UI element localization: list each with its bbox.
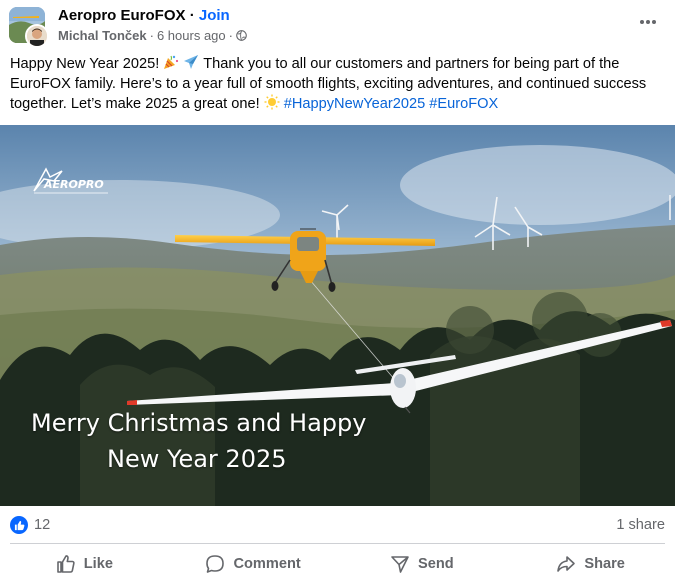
- sun-icon: [264, 94, 280, 110]
- thumbs-up-icon: [56, 554, 75, 573]
- greeting-line-1: Merry Christmas and Happy: [31, 409, 367, 437]
- send-icon: [391, 555, 409, 573]
- meta-separator-2: ·: [228, 28, 233, 43]
- divider: [10, 543, 665, 544]
- share-icon: [557, 555, 576, 572]
- like-button[interactable]: Like: [0, 546, 169, 581]
- reaction-count: 12: [34, 517, 51, 533]
- like-reaction-icon: [10, 516, 28, 534]
- share-label: Share: [584, 555, 625, 572]
- action-bar: Like Comment Send Share: [0, 546, 675, 581]
- post-time[interactable]: 6 hours ago: [157, 28, 226, 43]
- hashtag-eurofox[interactable]: #EuroFOX: [429, 96, 498, 112]
- group-name-line: Aeropro EuroFOX · Join: [58, 7, 230, 24]
- comment-label: Comment: [233, 555, 301, 572]
- aeropro-logo: AEROPRO: [33, 167, 108, 194]
- avatar-group[interactable]: [9, 7, 49, 48]
- reactions-summary[interactable]: 12: [10, 514, 50, 536]
- post-text: Happy New Year 2025! Thank you to all ou…: [10, 54, 670, 114]
- more-options-button[interactable]: [633, 10, 663, 34]
- group-name[interactable]: Aeropro EuroFOX: [58, 7, 186, 24]
- logo-text: AEROPRO: [43, 178, 104, 191]
- author-avatar[interactable]: [25, 24, 49, 48]
- post-text-part1: Happy New Year 2025!: [10, 56, 164, 72]
- join-button[interactable]: Join: [199, 7, 230, 24]
- globe-icon: [236, 30, 247, 41]
- post-image[interactable]: AEROPRO Merry Christmas and Happy New Ye…: [0, 125, 675, 506]
- party-popper-icon: [164, 55, 179, 69]
- send-label: Send: [418, 555, 454, 572]
- post-meta: Michal Tonček · 6 hours ago ·: [58, 28, 247, 43]
- comment-icon: [206, 554, 225, 573]
- share-count[interactable]: 1 share: [616, 517, 665, 533]
- comment-button[interactable]: Comment: [169, 546, 338, 581]
- more-icon: [640, 20, 656, 24]
- greeting-line-2: New Year 2025: [107, 445, 287, 473]
- hashtag-happynewyear[interactable]: #HappyNewYear2025: [284, 96, 425, 112]
- author-name[interactable]: Michal Tonček: [58, 28, 147, 43]
- airplane-icon: [184, 55, 199, 69]
- meta-separator: ·: [149, 28, 154, 43]
- like-label: Like: [83, 555, 113, 572]
- separator: ·: [189, 7, 195, 24]
- post-header: Aeropro EuroFOX · Join Michal Tonček · 6…: [0, 0, 675, 52]
- send-button[interactable]: Send: [338, 546, 507, 581]
- share-button[interactable]: Share: [506, 546, 675, 581]
